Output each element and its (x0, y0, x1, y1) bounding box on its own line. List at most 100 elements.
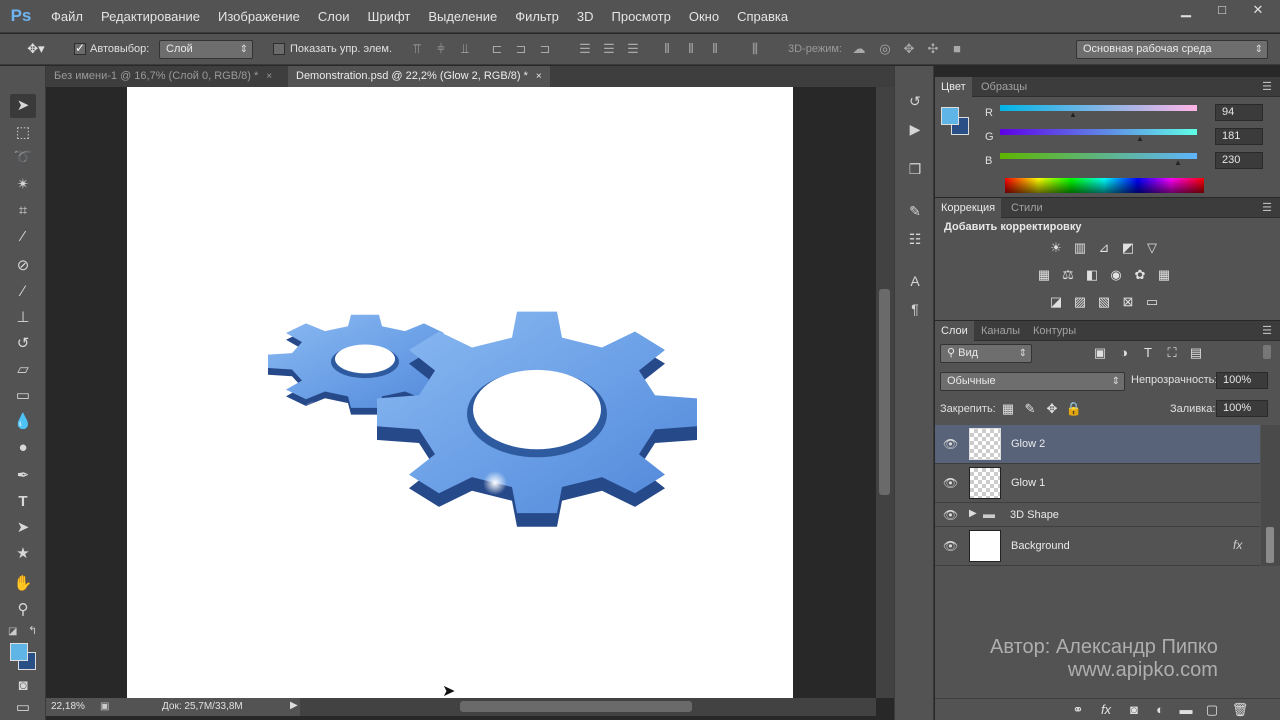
align-hcenter-icon[interactable]: ⊐ (514, 42, 528, 56)
panel-menu-icon[interactable]: ☰ (1262, 201, 1272, 214)
b-value-input[interactable]: 230 (1215, 152, 1263, 169)
3d-orbit-icon[interactable]: ☁ (852, 42, 866, 56)
auto-select-checkbox[interactable] (74, 41, 86, 55)
menu-edit[interactable]: Редактирование (92, 0, 209, 33)
layer-background[interactable]: 👁 Background fx (935, 527, 1260, 566)
3d-panel-icon[interactable]: ❒ (904, 158, 926, 180)
tab-adjustments[interactable]: Коррекция (935, 198, 1002, 218)
layer-glow-2[interactable]: 👁 Glow 2 (935, 425, 1260, 464)
align-right-icon[interactable]: ⊐ (538, 42, 552, 56)
align-bottom-icon[interactable]: ⫫ (458, 42, 472, 56)
eye-icon[interactable]: 👁 (943, 476, 958, 490)
move-tool-icon[interactable]: ➤ (10, 94, 36, 118)
exposure-icon[interactable]: ◩ (1119, 240, 1137, 256)
type-tool-icon[interactable]: T (10, 490, 36, 514)
auto-align-icon[interactable]: ⫼ (748, 42, 762, 56)
filter-type-icon[interactable]: T (1139, 345, 1157, 361)
eye-icon[interactable]: 👁 (943, 508, 958, 522)
b-slider-handle[interactable]: ▲ (1174, 158, 1182, 167)
threshold-icon[interactable]: ▧ (1095, 294, 1113, 310)
brush-tool-icon[interactable]: ∕ (10, 280, 36, 304)
new-adjustment-icon[interactable]: ◐ (1151, 702, 1169, 718)
g-slider-handle[interactable]: ▲ (1136, 134, 1144, 143)
maximize-button[interactable]: □ (1204, 0, 1240, 20)
eye-icon[interactable]: 👁 (943, 539, 958, 553)
new-group-icon[interactable]: ▬ (1177, 702, 1195, 718)
trash-icon[interactable]: 🗑 (1231, 702, 1249, 718)
new-layer-icon[interactable]: ▢ (1203, 702, 1221, 718)
show-transform-checkbox[interactable] (273, 43, 285, 55)
gradient-tool-icon[interactable]: ▭ (10, 384, 36, 408)
layer-filter-dropdown[interactable]: ⚲ Вид (940, 344, 1032, 363)
distribute-left-icon[interactable]: ⫴ (660, 42, 674, 56)
panel-menu-icon[interactable]: ☰ (1262, 324, 1272, 337)
align-top-icon[interactable]: ⫪ (410, 42, 424, 56)
shape-tool-icon[interactable]: ★ (10, 542, 36, 566)
character-panel-icon[interactable]: A (904, 270, 926, 292)
blur-tool-icon[interactable]: 💧 (10, 410, 36, 434)
menu-help[interactable]: Справка (728, 0, 797, 33)
menu-select[interactable]: Выделение (419, 0, 506, 33)
tab-swatches[interactable]: Образцы (975, 77, 1033, 97)
vertical-scroll-thumb[interactable] (879, 289, 890, 495)
move-tool-preset-icon[interactable]: ✥▾ (24, 42, 48, 56)
brightness-icon[interactable]: ☀ (1047, 240, 1065, 256)
zoom-level[interactable]: 22,18% (51, 701, 85, 712)
close-icon[interactable]: × (536, 71, 542, 82)
actions-panel-icon[interactable]: ▶ (904, 118, 926, 140)
eyedropper-tool-icon[interactable]: ⁄ (10, 225, 36, 249)
zoom-tool-icon[interactable]: ⚲ (10, 598, 36, 622)
menu-layers[interactable]: Слои (309, 0, 359, 33)
crop-tool-icon[interactable]: ⌗ (10, 199, 36, 223)
marquee-tool-icon[interactable]: ⬚ (10, 121, 36, 145)
3d-scale-icon[interactable]: ■ (950, 42, 964, 56)
invert-icon[interactable]: ◪ (1047, 294, 1065, 310)
r-slider-handle[interactable]: ▲ (1069, 110, 1077, 119)
quick-mask-icon[interactable]: ◙ (10, 674, 36, 698)
tab-untitled[interactable]: Без имени-1 @ 16,7% (Слой 0, RGB/8) * × (46, 66, 280, 87)
hand-tool-icon[interactable]: ✋ (10, 572, 36, 596)
menu-file[interactable]: Файл (42, 0, 92, 33)
menu-view[interactable]: Просмотр (603, 0, 680, 33)
black-white-icon[interactable]: ◧ (1083, 267, 1101, 283)
auto-select-target-dropdown[interactable]: Слой (159, 40, 253, 59)
layer-group-3d-shape[interactable]: 👁 ▶ ▬ 3D Shape (935, 503, 1260, 527)
workspace-dropdown[interactable]: Основная рабочая среда (1076, 40, 1268, 59)
tab-layers[interactable]: Слои (935, 321, 974, 341)
align-vcenter-icon[interactable]: ⫩ (434, 42, 448, 56)
3d-pan-icon[interactable]: ✥ (902, 42, 916, 56)
default-colors-icon[interactable]: ◪ (8, 626, 17, 637)
distribute-vcenter-icon[interactable]: ☰ (602, 42, 616, 56)
filter-toggle-switch[interactable] (1263, 345, 1271, 359)
foreground-color-swatch[interactable] (10, 643, 28, 661)
fx-indicator[interactable]: fx (1233, 538, 1242, 552)
vibrance-icon[interactable]: ▽ (1143, 240, 1161, 256)
menu-3d[interactable]: 3D (568, 0, 603, 33)
expand-arrow-icon[interactable]: ▶ (969, 508, 977, 519)
canvas-area[interactable] (46, 87, 876, 698)
document-canvas[interactable] (127, 87, 793, 698)
g-value-input[interactable]: 181 (1215, 128, 1263, 145)
g-slider[interactable] (1000, 129, 1197, 135)
r-value-input[interactable]: 94 (1215, 104, 1263, 121)
close-icon[interactable]: × (266, 71, 272, 82)
distribute-right-icon[interactable]: ⫴ (708, 42, 722, 56)
color-fg-swatch[interactable] (941, 107, 959, 125)
history-brush-tool-icon[interactable]: ↺ (10, 332, 36, 356)
healing-brush-tool-icon[interactable]: ⊘ (10, 254, 36, 278)
close-button[interactable]: ✕ (1240, 0, 1276, 20)
distribute-bottom-icon[interactable]: ☰ (626, 42, 640, 56)
panel-menu-icon[interactable]: ☰ (1262, 80, 1272, 93)
color-balance-icon[interactable]: ⚖ (1059, 267, 1077, 283)
opacity-input[interactable]: 100% (1216, 372, 1268, 389)
horizontal-scrollbar[interactable] (300, 698, 876, 716)
posterize-icon[interactable]: ▨ (1071, 294, 1089, 310)
r-slider[interactable] (1000, 105, 1197, 111)
distribute-hcenter-icon[interactable]: ⫴ (684, 42, 698, 56)
history-panel-icon[interactable]: ↺ (904, 90, 926, 112)
menu-filter[interactable]: Фильтр (506, 0, 568, 33)
pen-tool-icon[interactable]: ✒ (10, 464, 36, 488)
lock-transparent-icon[interactable]: ▦ (999, 401, 1017, 417)
status-menu-arrow-icon[interactable]: ▶ (290, 700, 298, 711)
swap-colors-icon[interactable]: ↰ (28, 624, 37, 637)
